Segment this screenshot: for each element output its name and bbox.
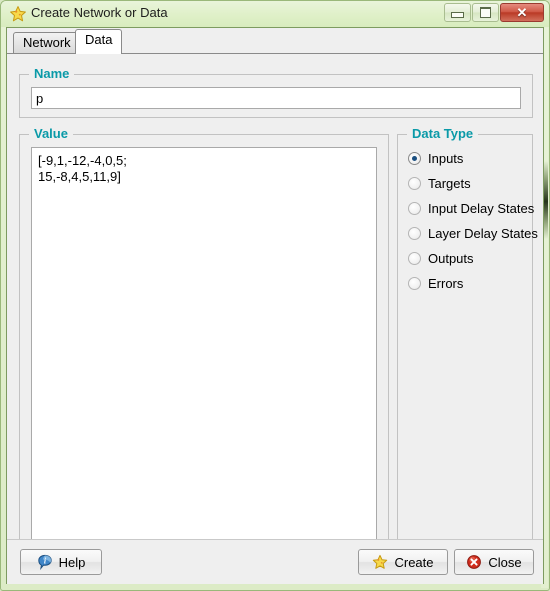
create-network-or-data-window: Create Network or Data ✕ Network Data Na…	[0, 0, 550, 591]
maximize-icon	[480, 7, 491, 18]
star-icon	[9, 5, 27, 23]
radio-errors[interactable]: Errors	[408, 276, 463, 291]
radio-label-outputs: Outputs	[428, 251, 474, 266]
radio-unselected-icon	[408, 202, 421, 215]
radio-input-delay-states[interactable]: Input Delay States	[408, 201, 534, 216]
help-button-label: Help	[58, 554, 86, 570]
create-button[interactable]: Create	[358, 549, 448, 575]
create-button-label: Create	[394, 554, 434, 570]
radio-unselected-icon	[408, 252, 421, 265]
name-group: Name	[19, 66, 533, 118]
close-button-label: Close	[488, 554, 522, 570]
radio-layer-delay-states[interactable]: Layer Delay States	[408, 226, 538, 241]
value-group-title: Value	[29, 126, 73, 141]
client-area: Network Data Name Value Data Type Inputs	[6, 27, 544, 584]
data-type-group: Data Type Inputs Targets Input Delay Sta…	[397, 126, 538, 561]
radio-label-errors: Errors	[428, 276, 464, 291]
radio-inputs[interactable]: Inputs	[408, 151, 463, 166]
minimize-icon	[451, 12, 464, 18]
value-textarea[interactable]	[31, 147, 377, 549]
button-bar: i Help Create Close	[7, 539, 543, 584]
data-tab-panel: Name Value Data Type Inputs Targets	[7, 54, 543, 584]
star-icon	[372, 554, 388, 570]
minimize-button[interactable]	[444, 3, 471, 22]
tab-network[interactable]: Network	[13, 32, 81, 54]
window-title: Create Network or Data	[31, 5, 168, 20]
radio-label-inputs: Inputs	[428, 151, 464, 166]
radio-unselected-icon	[408, 277, 421, 290]
data-type-group-title: Data Type	[407, 126, 479, 141]
close-button[interactable]: Close	[454, 549, 534, 575]
title-bar: Create Network or Data ✕	[1, 1, 549, 27]
radio-selected-icon	[408, 152, 421, 165]
name-input[interactable]	[31, 87, 521, 109]
radio-label-targets: Targets	[428, 176, 471, 191]
radio-outputs[interactable]: Outputs	[408, 251, 474, 266]
window-controls: ✕	[444, 3, 544, 22]
radio-label-input-delay-states: Input Delay States	[428, 201, 535, 216]
info-bubble-icon: i	[37, 554, 53, 571]
value-group: Value	[19, 126, 389, 561]
radio-unselected-icon	[408, 227, 421, 240]
name-group-title: Name	[29, 66, 75, 81]
radio-unselected-icon	[408, 177, 421, 190]
close-icon: ✕	[516, 5, 528, 20]
radio-targets[interactable]: Targets	[408, 176, 471, 191]
error-circle-icon	[466, 554, 482, 570]
radio-label-layer-delay-states: Layer Delay States	[428, 226, 538, 241]
tab-data[interactable]: Data	[75, 29, 123, 54]
maximize-button[interactable]	[472, 3, 499, 22]
tab-strip: Network Data	[7, 28, 543, 54]
help-button[interactable]: i Help	[20, 549, 102, 575]
close-window-button[interactable]: ✕	[500, 3, 544, 22]
